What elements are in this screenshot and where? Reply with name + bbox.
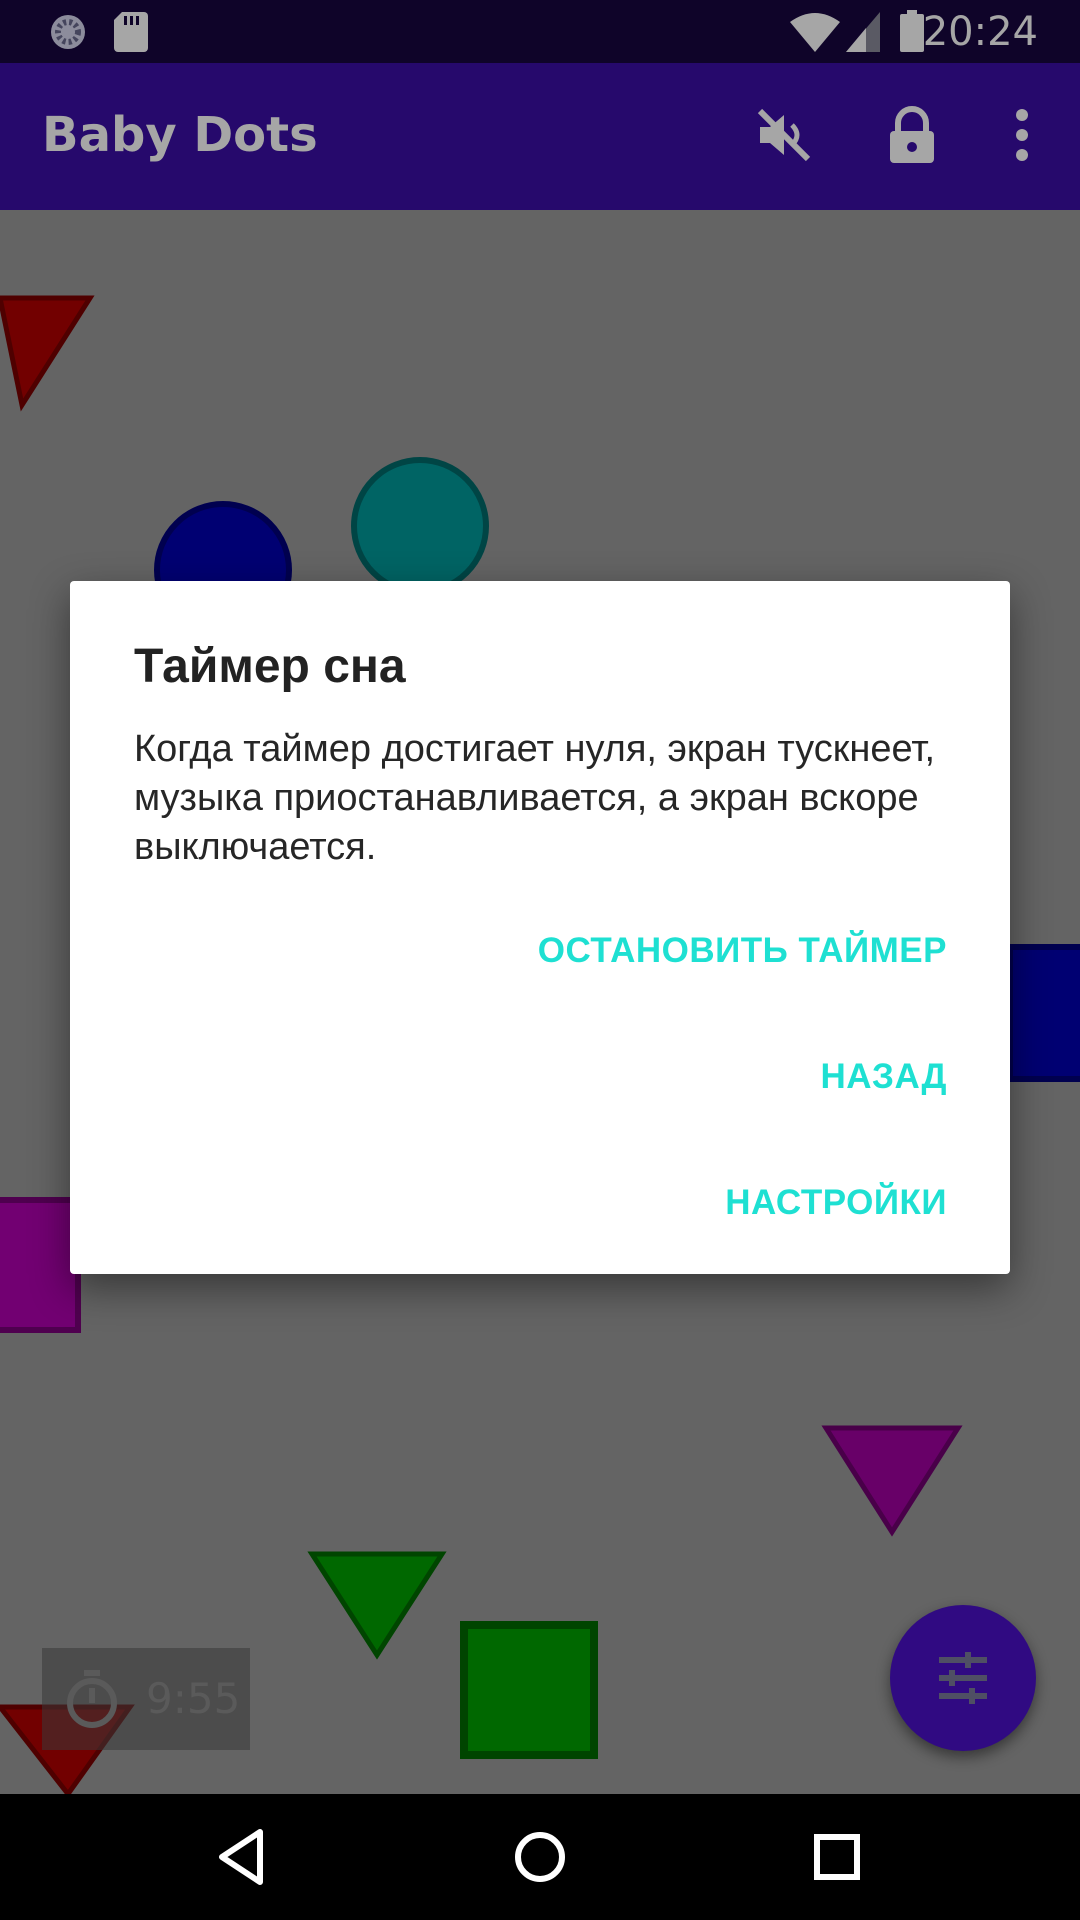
back-button[interactable]: НАЗАД [821,1057,948,1097]
recents-icon[interactable] [804,1824,870,1890]
settings-button[interactable]: НАСТРОЙКИ [725,1183,947,1223]
sleep-timer-dialog: Таймер сна Когда таймер достигает нуля, … [70,581,1010,1274]
back-icon[interactable] [210,1824,276,1890]
dialog-title: Таймер сна [134,640,406,693]
home-icon[interactable] [507,1824,573,1890]
navigation-bar [0,1794,1080,1920]
dialog-message: Когда таймер достигает нуля, экран тускн… [134,728,936,868]
stop-timer-button[interactable]: ОСТАНОВИТЬ ТАЙМЕР [538,931,947,971]
